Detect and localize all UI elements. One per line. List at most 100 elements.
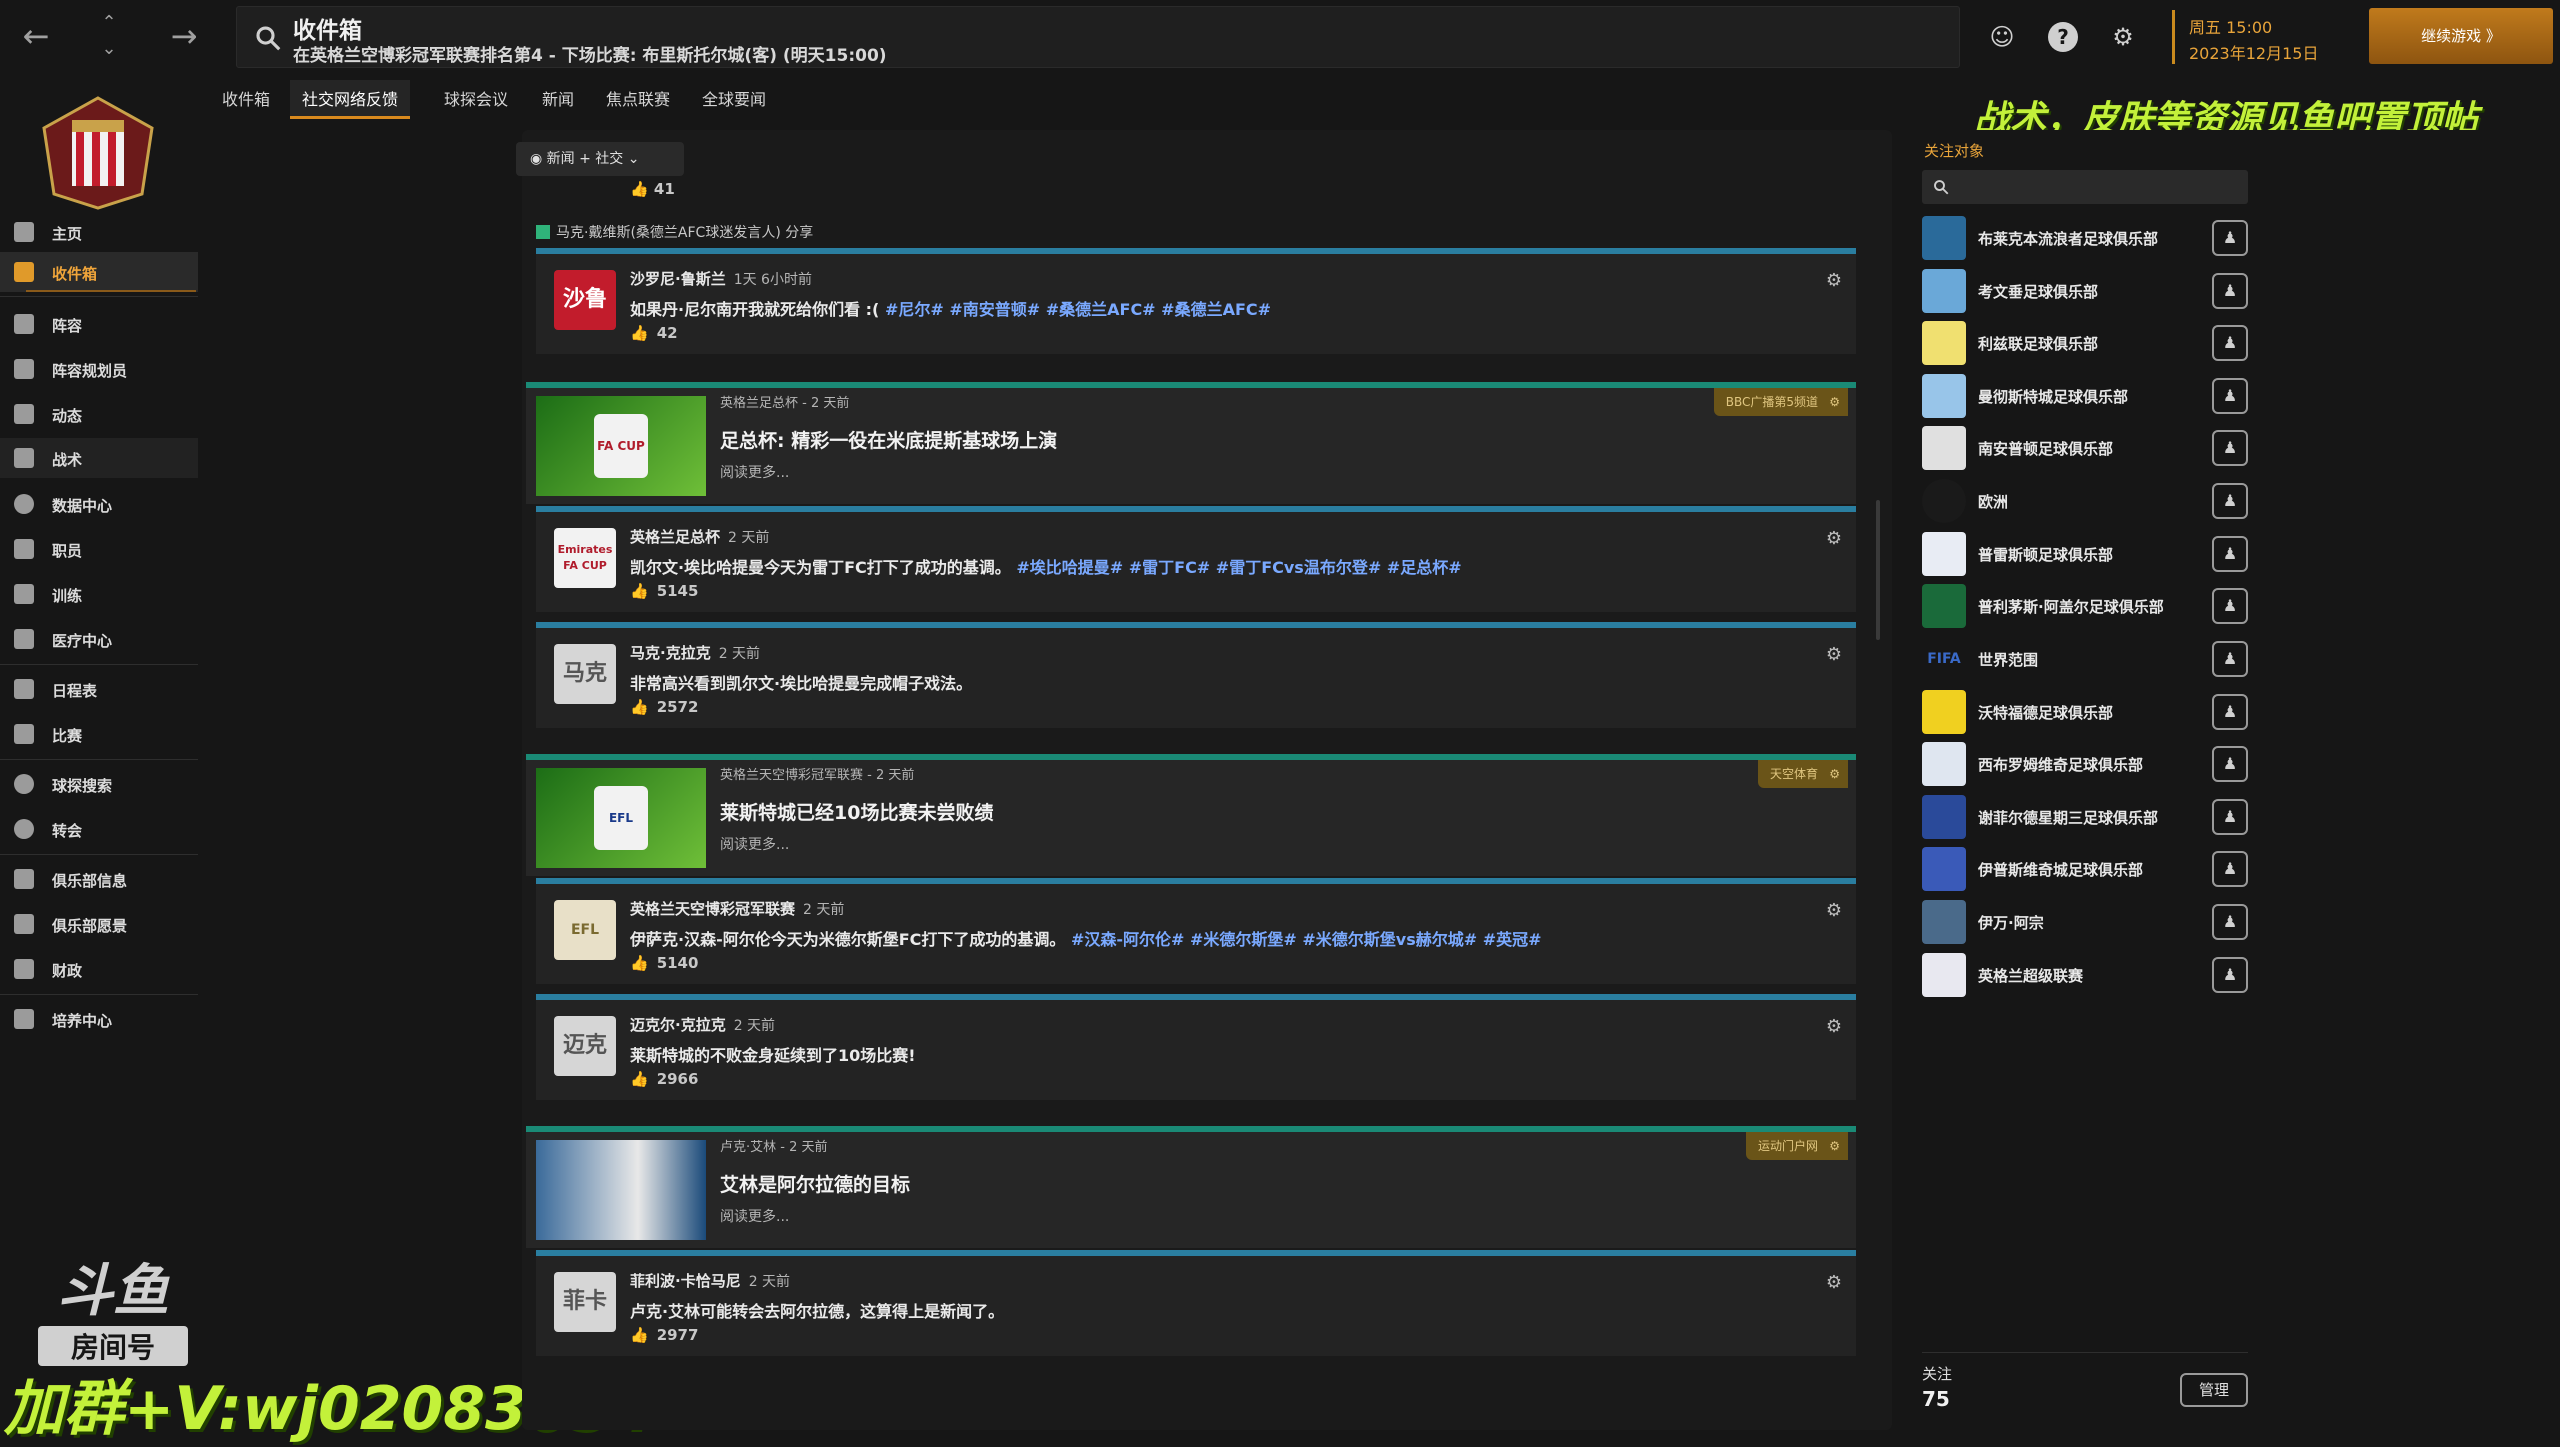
sidebar-item-inbox[interactable]: 收件箱 (0, 252, 198, 292)
social-post[interactable]: 菲卡 菲利波·卡恰马尼 2 天前 卢克·艾林可能转会去阿尔拉德，这算得上是新闻了。… (536, 1250, 1856, 1356)
history-updown-icon[interactable]: ⌃ ⌄ (96, 10, 122, 64)
news-source-badge[interactable]: 天空体育 (1757, 760, 1848, 788)
back-arrow-icon[interactable]: ← (14, 14, 58, 58)
tab-news[interactable]: 新闻 (530, 80, 586, 116)
follow-item[interactable]: 英格兰超级联赛 ♟ (1922, 949, 2248, 997)
follow-add-button[interactable]: ♟ (2212, 851, 2248, 887)
post-likes[interactable]: 👍 2572 (630, 698, 698, 716)
follow-item[interactable]: 沃特福德足球俱乐部 ♟ (1922, 686, 2248, 734)
sidebar-item-schedule[interactable]: 日程表 (0, 669, 198, 709)
continue-button[interactable]: 继续游戏 》 (2369, 8, 2553, 64)
follow-item[interactable]: 欧洲 ♟ (1922, 475, 2248, 523)
follow-add-button[interactable]: ♟ (2212, 746, 2248, 782)
social-icon[interactable]: ☺ (1987, 22, 2017, 52)
follow-add-button[interactable]: ♟ (2212, 378, 2248, 414)
gear-icon[interactable]: ⚙ (1826, 1272, 1842, 1293)
sidebar-item-competitions[interactable]: 比赛 (0, 714, 198, 754)
follow-item[interactable]: 谢菲尔德星期三足球俱乐部 ♟ (1922, 791, 2248, 839)
social-post[interactable]: Emirates FA CUP 英格兰足总杯 2 天前 凯尔文·埃比哈提曼今天为雷… (536, 506, 1856, 612)
follow-add-button[interactable]: ♟ (2212, 536, 2248, 572)
follow-add-button[interactable]: ♟ (2212, 641, 2248, 677)
follow-item[interactable]: 利兹联足球俱乐部 ♟ (1922, 317, 2248, 365)
post-likes[interactable]: 👍 5140 (630, 954, 698, 972)
news-headline[interactable]: 莱斯特城已经10场比赛未尝败绩 (720, 798, 993, 825)
news-headline[interactable]: 艾林是阿尔拉德的目标 (720, 1170, 910, 1197)
post-hashtags[interactable]: #汉森-阿尔伦# #米德尔斯堡# #米德尔斯堡vs赫尔城# #英冠# (1071, 930, 1542, 949)
sidebar-item-dynamics[interactable]: 动态 (0, 394, 198, 434)
follow-item[interactable]: 南安普顿足球俱乐部 ♟ (1922, 422, 2248, 470)
follow-add-button[interactable]: ♟ (2212, 694, 2248, 730)
manage-button[interactable]: 管理 (2180, 1373, 2248, 1407)
social-post[interactable]: 迈克 迈克尔·克拉克 2 天前 莱斯特城的不败金身延续到了10场比赛! 👍 2966… (536, 994, 1856, 1100)
sidebar-item-transfers[interactable]: 转会 (0, 809, 198, 849)
tab-scout-meeting[interactable]: 球探会议 (432, 80, 520, 116)
read-more-link[interactable]: 阅读更多... (720, 1206, 789, 1226)
gear-icon[interactable]: ⚙ (1826, 900, 1842, 921)
social-post[interactable]: EFL 英格兰天空博彩冠军联赛 2 天前 伊萨克·汉森-阿尔伦今天为米德尔斯堡FC… (536, 878, 1856, 984)
sidebar-item-squad-planner[interactable]: 阵容规划员 (0, 349, 198, 389)
follow-item[interactable]: 普雷斯顿足球俱乐部 ♟ (1922, 528, 2248, 576)
news-source-badge[interactable]: BBC广播第5频道 (1713, 388, 1848, 416)
sidebar-item-finances[interactable]: 财政 (0, 949, 198, 989)
follow-item[interactable]: 考文垂足球俱乐部 ♟ (1922, 265, 2248, 313)
follow-item[interactable]: 布莱克本流浪者足球俱乐部 ♟ (1922, 212, 2248, 260)
sidebar-item-club-info[interactable]: 俱乐部信息 (0, 859, 198, 899)
news-card[interactable]: EFL 英格兰天空博彩冠军联赛 - 2 天前 莱斯特城已经10场比赛未尝败绩 阅… (526, 754, 1856, 876)
sidebar-item-training[interactable]: 训练 (0, 574, 198, 614)
read-more-link[interactable]: 阅读更多... (720, 834, 789, 854)
follow-item[interactable]: 曼彻斯特城足球俱乐部 ♟ (1922, 370, 2248, 418)
follow-item[interactable]: 伊万·阿宗 ♟ (1922, 896, 2248, 944)
tab-inbox[interactable]: 收件箱 (210, 80, 282, 116)
follow-add-button[interactable]: ♟ (2212, 430, 2248, 466)
follow-add-button[interactable]: ♟ (2212, 588, 2248, 624)
follow-add-button[interactable]: ♟ (2212, 220, 2248, 256)
follow-item[interactable]: 伊普斯维奇城足球俱乐部 ♟ (1922, 843, 2248, 891)
gear-icon[interactable]: ⚙ (1826, 1016, 1842, 1037)
social-post[interactable]: 马克 马克·克拉克 2 天前 非常高兴看到凯尔文·埃比哈提曼完成帽子戏法。 👍 25… (536, 622, 1856, 728)
sidebar-item-club-vision[interactable]: 俱乐部愿景 (0, 904, 198, 944)
post-hashtags[interactable]: #尼尔# #南安普顿# #桑德兰AFC# #桑德兰AFC# (885, 300, 1271, 319)
gear-icon[interactable]: ⚙ (1826, 528, 1842, 549)
news-source-badge[interactable]: 运动门户网 (1745, 1132, 1848, 1160)
follow-search-input[interactable] (1922, 170, 2248, 204)
follow-add-button[interactable]: ♟ (2212, 799, 2248, 835)
follow-add-button[interactable]: ♟ (2212, 273, 2248, 309)
sidebar-item-development[interactable]: 培养中心 (0, 999, 198, 1039)
post-likes[interactable]: 👍 2966 (630, 1070, 698, 1088)
gear-icon[interactable]: ⚙ (1826, 270, 1842, 291)
follow-add-button[interactable]: ♟ (2212, 325, 2248, 361)
post-likes[interactable]: 👍 5145 (630, 582, 698, 600)
read-more-link[interactable]: 阅读更多... (720, 462, 789, 482)
forward-arrow-icon[interactable]: → (162, 14, 206, 58)
news-card[interactable]: FA CUP 英格兰足总杯 - 2 天前 足总杯: 精彩一役在米底提斯基球场上演… (526, 382, 1856, 504)
news-headline[interactable]: 足总杯: 精彩一役在米底提斯基球场上演 (720, 426, 1057, 453)
post-likes[interactable]: 👍 2977 (630, 1326, 698, 1344)
follow-item[interactable]: 普利茅斯·阿盖尔足球俱乐部 ♟ (1922, 580, 2248, 628)
sidebar-item-squad[interactable]: 阵容 (0, 304, 198, 344)
follow-add-button[interactable]: ♟ (2212, 957, 2248, 993)
post-hashtags[interactable]: #埃比哈提曼# #雷丁FC# #雷丁FCvs温布尔登# #足总杯# (1016, 558, 1461, 577)
follow-item[interactable]: FIFA 世界范围 ♟ (1922, 633, 2248, 681)
page-header-search[interactable]: 收件箱 在英格兰空博彩冠军联赛排名第4 - 下场比赛: 布里斯托尔城(客) (明… (236, 6, 1960, 68)
post-likes[interactable]: 👍 42 (630, 324, 678, 342)
follow-item[interactable]: 西布罗姆维奇足球俱乐部 ♟ (1922, 738, 2248, 786)
tab-global-news[interactable]: 全球要闻 (690, 80, 778, 116)
club-crest-icon[interactable] (34, 94, 162, 212)
follow-add-button[interactable]: ♟ (2212, 904, 2248, 940)
news-card[interactable]: 卢克·艾林 - 2 天前 艾林是阿尔拉德的目标 阅读更多... 运动门户网 (526, 1126, 1856, 1248)
social-post[interactable]: 沙鲁 沙罗尼·鲁斯兰 1天 6小时前 如果丹·尼尔南开我就死给你们看 :( #尼尔… (536, 248, 1856, 354)
tab-focus-league[interactable]: 焦点联赛 (594, 80, 682, 116)
gear-icon[interactable]: ⚙ (2108, 22, 2138, 52)
gear-icon[interactable]: ⚙ (1826, 644, 1842, 665)
feed-filter-dropdown[interactable]: ◉ 新闻 + 社交 ⌄ (516, 142, 684, 176)
sidebar-item-tactics[interactable]: 战术 (0, 438, 198, 478)
sidebar-item-scouting[interactable]: 球探搜索 (0, 764, 198, 804)
help-icon[interactable]: ? (2048, 22, 2078, 52)
tab-social-feedback[interactable]: 社交网络反馈 (290, 80, 411, 119)
feed-scrollbar[interactable] (1876, 500, 1880, 640)
follow-add-button[interactable]: ♟ (2212, 483, 2248, 519)
sidebar-item-home[interactable]: 主页 (0, 212, 198, 252)
sidebar-item-staff[interactable]: 职员 (0, 529, 198, 569)
sidebar-item-data-hub[interactable]: 数据中心 (0, 484, 198, 524)
sidebar-item-medical[interactable]: 医疗中心 (0, 619, 198, 659)
